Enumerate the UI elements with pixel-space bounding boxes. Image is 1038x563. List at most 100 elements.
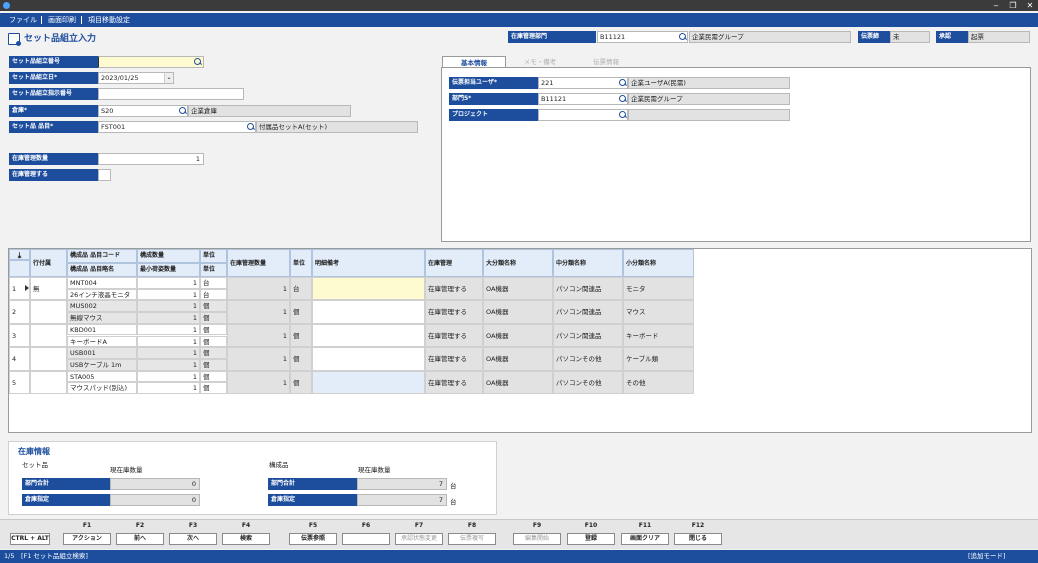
grid-cell-note[interactable] [312,277,425,301]
grid-cell-minqty: 1 [137,312,200,324]
fkey-button-f10[interactable]: 登録 [567,533,615,545]
warehouse-name: 企業倉庫 [188,105,351,117]
close-button[interactable]: ✕ [1023,0,1037,11]
fkey-button-f4[interactable]: 検索 [222,533,270,545]
slip-user-code-input[interactable]: 221 [538,77,628,89]
comp-dept-unit: 台 [450,482,457,490]
header-cat2: 中分類名称 [553,249,623,277]
header-min-qty: 最小荷姿数量 [137,263,200,277]
grid-cell-unit2: 台 [200,288,227,301]
menu-separator [41,16,42,24]
grid-cell-unit: 個 [200,323,227,336]
dept-label: 部門5* [449,93,538,105]
page-title: セット品組立入力 [24,34,97,44]
grid-cell-no: 4 [9,347,30,371]
project-code-input[interactable] [538,109,628,121]
fkey-button-f12[interactable]: 閉じる [674,533,722,545]
header-cat3: 小分類名称 [623,249,694,277]
fkey-button-f8[interactable]: 伝票複写 [448,533,496,545]
menu-file[interactable]: ファイル [9,13,37,27]
ctrl-alt-button[interactable]: CTRL + ALT [10,533,50,545]
grid-cell-name: キーボードA [67,335,137,348]
grid-cell-stockunit: 個 [290,347,312,371]
fkey-button-f6[interactable] [342,533,390,545]
grid-cell-note[interactable] [312,323,425,348]
stock-info-title: 在庫情報 [18,447,50,456]
grid-cell-flag [30,370,67,394]
grid-cell-code[interactable]: USB001 [67,347,137,359]
set-item-label: セット品 品目* [9,121,98,133]
grid-cell-name: 無線マウス [67,312,137,324]
header-approval-label: 承認 [936,31,968,43]
stock-manage-checkbox[interactable] [98,169,111,181]
grid-cell-note[interactable] [312,347,425,371]
comp-wh-unit: 台 [450,498,457,506]
grid-cell-cat2: パソコンその他 [553,347,623,371]
set-no-input[interactable] [98,56,204,68]
fkey-button-f5[interactable]: 伝票参照 [289,533,337,545]
menu-item-move-settings[interactable]: 項目移動設定 [88,13,130,27]
search-icon[interactable] [619,79,627,87]
menu-print-screen[interactable]: 画面印刷 [48,13,76,27]
fkey-button-f3[interactable]: 次へ [169,533,217,545]
grid-cell-stockqty: 1 [227,300,290,324]
search-icon[interactable] [194,58,202,66]
grid-cell-qty[interactable]: 1 [137,300,200,313]
stock-qty-input[interactable]: 1 [98,153,204,165]
status-mode-text: [追加モード] [968,552,1006,560]
grid-cell-stockunit: 個 [290,323,312,348]
set-item-code-input[interactable]: FST001 [98,121,256,133]
grid-cell-qty[interactable]: 1 [137,347,200,359]
date-input[interactable]: 2023/01/25 [98,72,174,84]
fkey-button-f7[interactable]: 承認状態変更 [395,533,443,545]
restore-button[interactable]: ❐ [1006,0,1020,11]
fkey-button-f11[interactable]: 画面クリア [621,533,669,545]
grid-cell-cat1: OA機器 [483,277,553,301]
header-code: 構成品 品目コード [67,249,137,263]
grid-cell-qty[interactable]: 1 [137,370,200,383]
grid-cell-note[interactable] [312,370,425,394]
set-item-name: 付属品セットA(セット) [256,121,418,133]
header-note: 明細備考 [312,249,425,277]
fkey-caption-f1: F1 [82,522,92,529]
fkey-button-f9[interactable]: 編集開始 [513,533,561,545]
app-logo-icon [3,2,10,9]
fkey-caption-f4: F4 [241,522,251,529]
warehouse-label: 倉庫* [9,105,98,117]
grid-cell-stockqty: 1 [227,347,290,371]
search-icon[interactable] [619,95,627,103]
dept-code-input[interactable]: B11121 [538,93,628,105]
grid-cell-flag: 無 [30,277,67,301]
grid-cell-cat3: マウス [623,300,694,324]
grid-cell-manage: 在庫管理する [425,300,483,324]
instr-no-input[interactable] [98,88,244,100]
search-icon[interactable] [179,107,187,115]
search-icon[interactable] [679,33,687,41]
grid-cell-code[interactable]: MNT004 [67,277,137,289]
fkey-button-f1[interactable]: アクション [63,533,111,545]
status-bar: 1/5 [F1 セット品組立検索] [追加モード] [0,550,1038,563]
grid-cell-code[interactable]: STA005 [67,370,137,383]
search-icon[interactable] [247,123,255,131]
warehouse-code-input[interactable]: S20 [98,105,188,117]
grid-cell-no: 2 [9,300,30,324]
grid-cell-qty[interactable]: 1 [137,277,200,289]
header-stock-unit: 単位 [290,249,312,277]
grid-cell-cat2: パソコン関連品 [553,277,623,301]
fkey-button-f2[interactable]: 前へ [116,533,164,545]
header-dept-code[interactable]: B11121 [597,31,688,43]
header-stock-qty: 在庫管理数量 [227,249,290,277]
grid-cell-note[interactable] [312,300,425,324]
header-slip-value: 未 [890,31,930,43]
grid-cell-qty[interactable]: 1 [137,323,200,336]
chevron-down-icon[interactable]: ⌄ [164,73,173,83]
fkey-caption-f3: F3 [188,522,198,529]
header-manage: 在庫管理 [425,249,483,277]
grid-cell-stockqty: 1 [227,323,290,348]
search-icon[interactable] [619,111,627,119]
download-icon[interactable]: ⤓ [9,249,30,260]
grid-cell-code[interactable]: KBD001 [67,323,137,336]
slip-user-name: 企業ユーザA(民需) [628,77,790,89]
grid-cell-code[interactable]: MUS002 [67,300,137,313]
minimize-button[interactable]: ‒ [989,0,1003,11]
